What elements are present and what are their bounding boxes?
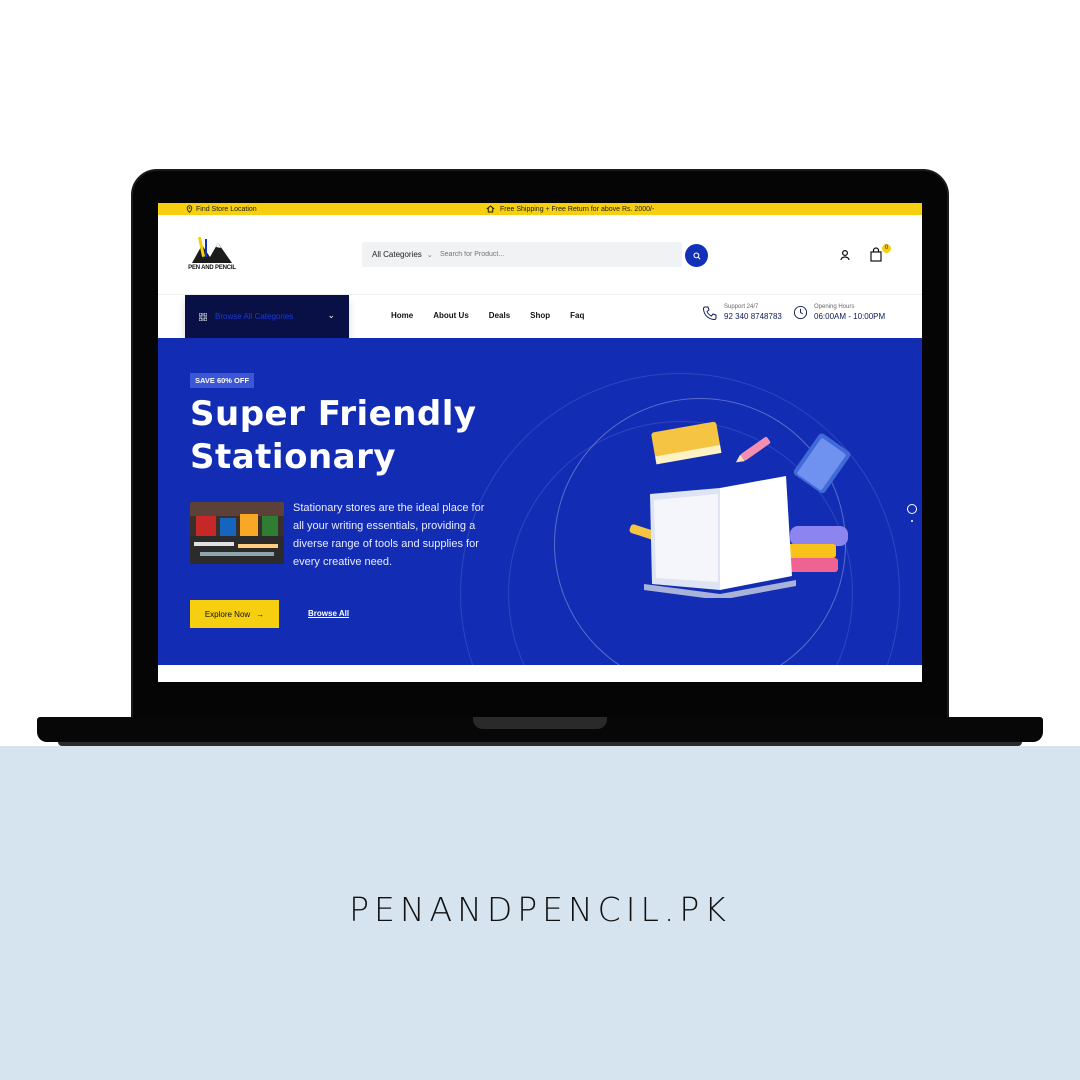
- logo-text: PEN AND PENCIL: [188, 265, 236, 271]
- search-bar: All Categories ⌄: [362, 242, 682, 267]
- chevron-down-icon: ⌄: [426, 251, 433, 259]
- find-store-link[interactable]: Find Store Location: [186, 205, 257, 213]
- discount-badge: SAVE 60% OFF: [190, 373, 255, 388]
- explore-now-label: Explore Now: [204, 609, 251, 619]
- hero-description: Stationary stores are the ideal place fo…: [293, 502, 485, 568]
- nav-link-home[interactable]: Home: [391, 311, 413, 320]
- books-illustration: [629, 421, 851, 598]
- laptop-base-shadow: [58, 742, 1022, 746]
- search-button[interactable]: [685, 244, 708, 267]
- support-phone: 92 340 8748783: [724, 312, 782, 321]
- nav-link-deals[interactable]: Deals: [489, 311, 510, 320]
- arrow-right-icon: →: [256, 609, 265, 619]
- cart-count-badge: 0: [882, 244, 891, 253]
- promo-text: Free Shipping + Free Return for above Rs…: [486, 205, 654, 213]
- clock-icon: [793, 305, 808, 320]
- location-pin-icon: [186, 205, 193, 213]
- cart-button[interactable]: [869, 247, 883, 263]
- stationery-thumbnail: [190, 502, 284, 564]
- shopping-bag-icon: [870, 247, 882, 262]
- website-screen: Find Store Location Free Shipping + Free…: [158, 203, 922, 682]
- support-label: Support 24/7: [724, 304, 759, 310]
- site-header: PEN AND PENCIL All Categories ⌄ Search f…: [158, 215, 922, 295]
- promo-label: Free Shipping + Free Return for above Rs…: [500, 205, 655, 213]
- opening-hours: Opening Hours 06:00AM - 10:00PM: [793, 304, 885, 321]
- account-button[interactable]: [838, 248, 852, 262]
- hours-label: Opening Hours: [814, 304, 855, 310]
- hero-banner: SAVE 60% OFF Super Friendly Stationary S…: [158, 338, 922, 665]
- support-contact[interactable]: Support 24/7 92 340 8748783: [702, 304, 782, 321]
- hero-title: Super Friendly Stationary: [190, 394, 477, 477]
- find-store-label: Find Store Location: [196, 205, 257, 213]
- slider-dot[interactable]: [911, 520, 913, 522]
- user-icon: [840, 249, 850, 261]
- hours-value: 06:00AM - 10:00PM: [814, 312, 886, 321]
- grid-icon: [199, 312, 207, 321]
- announcement-bar: Find Store Location Free Shipping + Free…: [158, 203, 922, 215]
- category-select[interactable]: All Categories ⌄: [372, 250, 433, 259]
- site-logo[interactable]: PEN AND PENCIL: [188, 235, 236, 277]
- browse-categories-label: Browse All Categories: [215, 312, 294, 321]
- nav-links: Home About Us Deals Shop Faq: [391, 311, 584, 320]
- laptop-notch: [473, 717, 607, 729]
- browse-categories-button[interactable]: Browse All Categories ⌄: [185, 295, 349, 338]
- main-navbar: Browse All Categories ⌄ Home About Us De…: [158, 295, 922, 338]
- domain-caption: PENANDPENCIL.PK: [349, 890, 731, 929]
- search-icon: [692, 251, 701, 260]
- nav-link-shop[interactable]: Shop: [530, 311, 550, 320]
- nav-link-faq[interactable]: Faq: [570, 311, 584, 320]
- chevron-down-icon: ⌄: [327, 310, 335, 320]
- phone-icon: [702, 306, 717, 320]
- nav-link-about[interactable]: About Us: [433, 311, 469, 320]
- home-icon: [486, 205, 495, 213]
- slider-indicator[interactable]: [907, 504, 917, 514]
- category-select-label: All Categories: [372, 250, 422, 259]
- logo-mountain-icon: [192, 236, 232, 263]
- explore-now-button[interactable]: Explore Now →: [190, 600, 279, 628]
- search-input[interactable]: [440, 246, 670, 263]
- browse-all-link[interactable]: Browse All: [308, 609, 349, 618]
